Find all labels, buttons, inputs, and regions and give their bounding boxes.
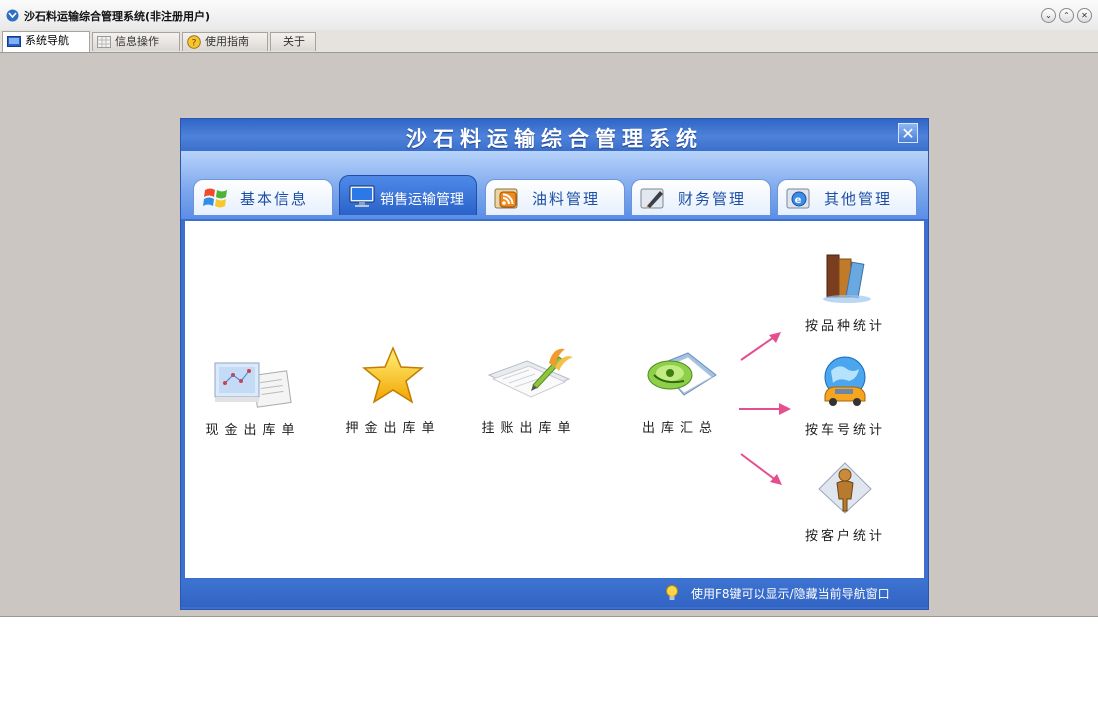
monitor-icon [349, 185, 375, 207]
tab-sales-transport[interactable]: 销售运输管理 [339, 175, 477, 215]
item-outbound-summary[interactable]: 出库汇总 [605, 345, 755, 436]
dialog-tab-strip: 基本信息 销售运输管理 油料管理 财务管理 e 其他管理 [181, 151, 928, 219]
content-panel: 现金出库单 押金出库单 挂账出库单 出库汇总 按品种统计 按车号统计 按客户统计 [185, 221, 924, 578]
dialog-status-bar: 使用F8键可以显示/隐藏当前导航窗口 [181, 580, 928, 607]
tab-label: 关于 [283, 35, 305, 48]
tab-label: 油料管理 [532, 190, 601, 208]
dialog-header: 沙石料运输综合管理系统 ✕ [181, 119, 928, 151]
grid-icon [97, 36, 111, 48]
top-tab-bar: 系统导航 信息操作 ? 使用指南 关于 [0, 30, 1098, 53]
item-label: 按品种统计 [804, 319, 885, 334]
item-label: 出库汇总 [641, 421, 718, 436]
tab-label: 销售运输管理 [380, 192, 464, 208]
dialog-close-button[interactable]: ✕ [898, 123, 918, 143]
help-icon: ? [187, 35, 201, 49]
globe-car-icon [824, 356, 866, 406]
windows-logo-icon [203, 188, 227, 208]
item-label: 按车号统计 [804, 423, 885, 438]
globe-ie-icon: e [786, 188, 810, 209]
dialog-title: 沙石料运输综合管理系统 [406, 126, 703, 151]
item-stat-by-vehicle[interactable]: 按车号统计 [785, 355, 905, 438]
item-label: 按客户统计 [804, 529, 885, 544]
tab-label: 使用指南 [205, 35, 249, 48]
books-icon [823, 254, 871, 303]
svg-text:?: ? [192, 39, 197, 49]
nav-dialog: 沙石料运输综合管理系统 ✕ 基本信息 销售运输管理 油料管理 财务管理 e 其他… [181, 119, 928, 609]
tab-label: 其他管理 [824, 190, 893, 208]
item-stat-by-customer[interactable]: 按客户统计 [785, 461, 905, 544]
person-icon [818, 462, 872, 514]
item-cash-outbound[interactable]: 现金出库单 [193, 359, 313, 438]
tab-system-nav[interactable]: 系统导航 [2, 31, 90, 52]
window-title: 沙石料运输综合管理系统(非注册用户) [24, 10, 211, 23]
chart-document-icon [214, 362, 292, 408]
item-label: 押金出库单 [345, 421, 441, 436]
tab-label: 基本信息 [240, 190, 309, 208]
tip-bulb-icon [666, 585, 678, 600]
tab-label: 系统导航 [25, 34, 69, 47]
item-stat-by-variety[interactable]: 按品种统计 [785, 249, 905, 334]
edit-document-icon [487, 348, 573, 398]
app-logo-icon [6, 9, 19, 22]
tab-about[interactable]: 关于 [270, 32, 316, 51]
item-credit-outbound[interactable]: 挂账出库单 [469, 345, 589, 436]
restore-button[interactable]: ⌃ [1059, 8, 1074, 23]
tab-finance[interactable]: 财务管理 [631, 179, 771, 215]
tab-fuel[interactable]: 油料管理 [485, 179, 625, 215]
arrow-down-right-icon [740, 453, 782, 485]
app-window: 沙石料运输综合管理系统(非注册用户) ⌄ ⌃ ✕ 系统导航 信息操作 ? 使用指… [0, 0, 1098, 617]
rss-icon [494, 188, 518, 209]
minimize-button[interactable]: ⌄ [1041, 8, 1056, 23]
summary-disc-icon [647, 352, 717, 396]
tab-user-guide[interactable]: ? 使用指南 [182, 32, 268, 51]
window-controls: ⌄ ⌃ ✕ [1041, 8, 1092, 23]
star-icon [362, 346, 424, 404]
pen-icon [640, 188, 664, 209]
tab-label: 财务管理 [678, 190, 747, 208]
tab-basic-info[interactable]: 基本信息 [193, 179, 333, 215]
item-label: 现金出库单 [205, 423, 301, 438]
status-hint-text: 使用F8键可以显示/隐藏当前导航窗口 [691, 587, 890, 601]
tab-label: 信息操作 [115, 35, 159, 48]
item-deposit-outbound[interactable]: 押金出库单 [333, 345, 453, 436]
close-window-button[interactable]: ✕ [1077, 8, 1092, 23]
tab-other[interactable]: e 其他管理 [777, 179, 917, 215]
arrow-up-right-icon [740, 332, 781, 361]
title-bar: 沙石料运输综合管理系统(非注册用户) ⌄ ⌃ ✕ [0, 0, 1098, 31]
tab-info-ops[interactable]: 信息操作 [92, 32, 180, 51]
svg-text:e: e [795, 195, 804, 206]
monitor-icon [7, 35, 21, 47]
item-label: 挂账出库单 [481, 421, 577, 436]
